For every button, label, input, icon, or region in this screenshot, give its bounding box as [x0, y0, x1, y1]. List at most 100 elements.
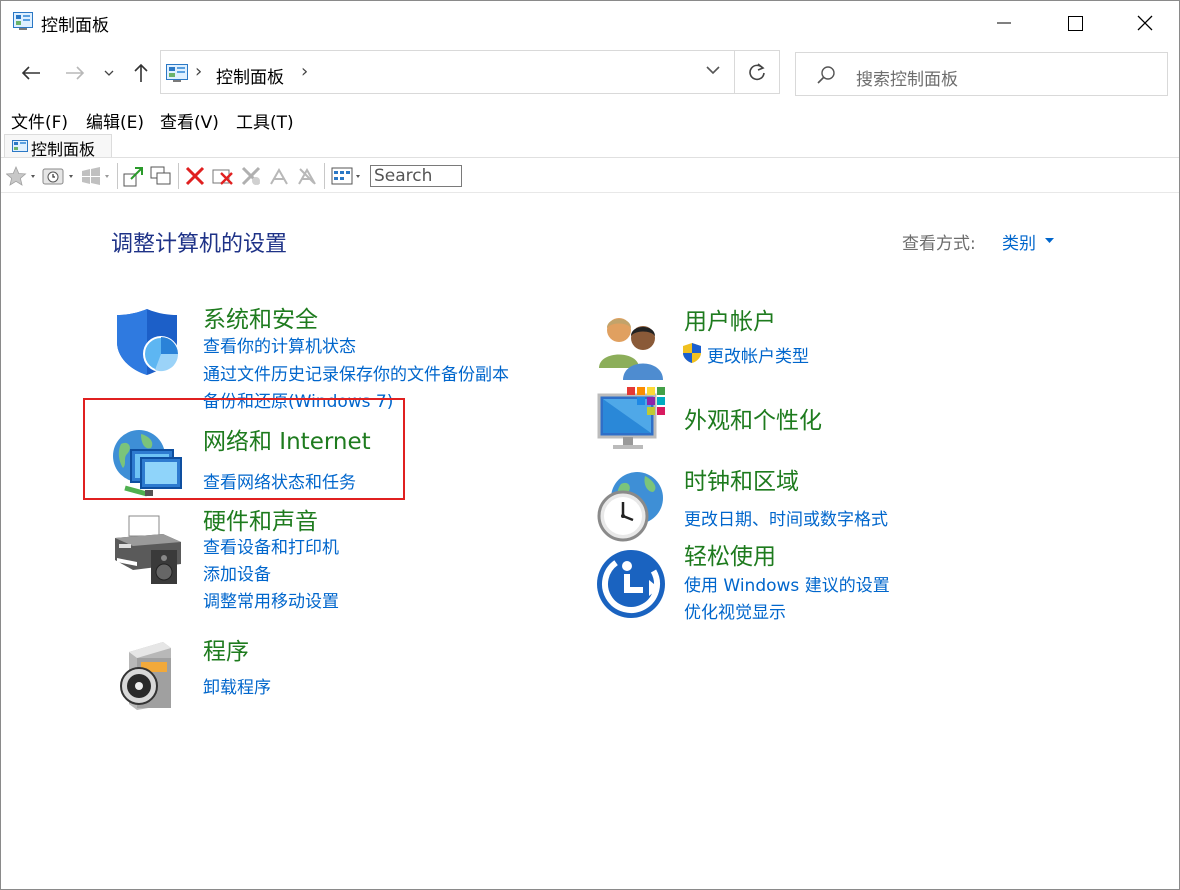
search-icon — [817, 66, 835, 84]
disabled-tool-button[interactable] — [267, 164, 291, 188]
category-title[interactable]: 系统和安全 — [203, 300, 318, 334]
history-icon — [42, 168, 73, 185]
category-title[interactable]: 外观和个性化 — [684, 401, 822, 435]
new-window-icon — [123, 167, 143, 187]
caret-down-icon[interactable] — [1045, 238, 1054, 243]
windows-button[interactable] — [79, 164, 113, 188]
category-link[interactable]: 卸载程序 — [203, 673, 271, 698]
menu-tools[interactable]: 工具(T) — [236, 108, 294, 133]
category-link[interactable]: 优化视觉显示 — [684, 598, 786, 623]
category-title[interactable]: 时钟和区域 — [684, 462, 799, 496]
refresh-button[interactable] — [735, 50, 780, 94]
ease-of-access-icon[interactable] — [597, 548, 669, 620]
gray-x-icon — [241, 166, 261, 186]
grid-view-icon — [331, 167, 360, 185]
category-user-accounts: 用户帐户 更改帐户类型 — [597, 309, 897, 382]
refresh-icon — [749, 63, 765, 81]
maximize-button[interactable] — [1052, 1, 1098, 45]
search-input[interactable]: 搜索控制面板 — [795, 52, 1168, 96]
control-panel-icon — [12, 140, 28, 152]
shield-icon[interactable] — [111, 306, 183, 378]
cascade-windows-button[interactable] — [149, 164, 173, 188]
back-button[interactable] — [19, 61, 43, 85]
gray-tool-icon — [270, 167, 288, 185]
toolbar-search-input[interactable]: Search — [370, 165, 462, 187]
appearance-monitor-icon[interactable] — [597, 385, 669, 457]
highlight-box — [83, 398, 405, 500]
view-by-label: 查看方式: — [902, 234, 976, 254]
up-button[interactable] — [129, 61, 153, 85]
category-link[interactable]: 查看你的计算机状态 — [203, 332, 356, 357]
category-programs: 程序 卸载程序 — [111, 639, 411, 712]
forward-icon — [66, 66, 85, 80]
search-placeholder: 搜索控制面板 — [856, 70, 958, 90]
windows-flag-icon — [82, 167, 109, 185]
red-x-icon — [185, 166, 205, 186]
chevron-down-icon[interactable] — [706, 66, 720, 75]
window-title: 控制面板 — [41, 16, 109, 36]
forward-button[interactable] — [63, 61, 87, 85]
menu-edit[interactable]: 编辑(E) — [86, 108, 144, 133]
category-link[interactable]: 查看设备和打印机 — [203, 533, 339, 558]
address-bar[interactable]: › 控制面板 › — [160, 50, 735, 94]
programs-disc-icon[interactable] — [111, 640, 183, 712]
minimize-button[interactable] — [981, 1, 1027, 45]
gray-tool-icon — [298, 167, 316, 185]
close-button[interactable] — [1122, 1, 1168, 45]
category-link[interactable]: 更改帐户类型 — [707, 342, 809, 367]
printer-icon[interactable] — [111, 514, 183, 586]
recent-dropdown-icon — [104, 70, 114, 76]
control-panel-icon — [166, 64, 188, 82]
windows-stack-icon — [150, 166, 171, 185]
recent-locations-button[interactable] — [99, 61, 119, 85]
category-link[interactable]: 使用 Windows 建议的设置 — [684, 571, 890, 596]
history-button[interactable] — [41, 164, 77, 188]
star-icon — [6, 166, 35, 186]
favorites-button[interactable] — [5, 164, 39, 188]
close-other-tabs-button[interactable] — [211, 164, 235, 188]
category-title[interactable]: 程序 — [203, 632, 249, 666]
breadcrumb-control-panel[interactable]: 控制面板 — [216, 63, 284, 88]
title-bar: 控制面板 — [1, 1, 1179, 45]
category-link[interactable]: 通过文件历史记录保存你的文件备份副本 — [203, 360, 509, 385]
view-by-dropdown[interactable]: 类别 — [1002, 229, 1036, 254]
toolbar-separator — [117, 163, 118, 189]
category-appearance: 外观和个性化 — [597, 385, 897, 457]
disabled-tool-button[interactable] — [295, 164, 319, 188]
category-title[interactable]: 用户帐户 — [684, 302, 776, 336]
users-icon[interactable] — [597, 310, 669, 382]
control-panel-window: 控制面板 › 控制面板 › 搜索控制面板 文件(F) 编辑(E) 查看(V) 工… — [0, 0, 1180, 890]
close-tab-button[interactable] — [183, 164, 207, 188]
category-hardware-sound: 硬件和声音 查看设备和打印机 添加设备 调整常用移动设置 — [111, 509, 411, 612]
view-options-button[interactable] — [330, 164, 364, 188]
menu-file[interactable]: 文件(F) — [11, 108, 68, 133]
page-title: 调整计算机的设置 — [111, 232, 288, 257]
uac-shield-icon — [683, 343, 701, 363]
toolbar: Search — [1, 157, 1179, 193]
category-link[interactable]: 调整常用移动设置 — [203, 587, 339, 612]
control-panel-icon — [13, 12, 33, 30]
breadcrumb-separator[interactable]: › — [301, 61, 308, 82]
category-link[interactable]: 更改日期、时间或数字格式 — [684, 505, 888, 530]
close-icon — [1137, 15, 1153, 31]
menu-bar: 文件(F) 编辑(E) 查看(V) 工具(T) — [1, 105, 601, 133]
menu-view[interactable]: 查看(V) — [160, 108, 219, 133]
breadcrumb-separator[interactable]: › — [195, 61, 202, 82]
category-link[interactable]: 添加设备 — [203, 560, 271, 585]
maximize-icon — [1067, 15, 1083, 31]
category-clock-region: 时钟和区域 更改日期、时间或数字格式 — [597, 469, 927, 542]
tab-control-panel[interactable]: 控制面板 — [4, 134, 112, 159]
main-content: 调整计算机的设置 查看方式: 类别 系统和安全 查看你的计算机状态 通过文件历史… — [1, 194, 1179, 889]
toolbar-separator — [324, 163, 325, 189]
category-system-security: 系统和安全 查看你的计算机状态 通过文件历史记录保存你的文件备份副本 备份和还原… — [111, 306, 551, 412]
new-window-button[interactable] — [122, 164, 146, 188]
toolbar-separator — [178, 163, 179, 189]
navigation-bar: › 控制面板 › 搜索控制面板 — [1, 49, 1179, 99]
category-title[interactable]: 硬件和声音 — [203, 502, 318, 536]
close-window-icon — [212, 169, 233, 185]
up-icon — [134, 63, 148, 82]
category-ease-of-access: 轻松使用 使用 Windows 建议的设置 优化视觉显示 — [597, 544, 927, 638]
category-title[interactable]: 轻松使用 — [684, 537, 776, 571]
clock-globe-icon[interactable] — [597, 470, 669, 542]
disabled-tool-button[interactable] — [239, 164, 263, 188]
